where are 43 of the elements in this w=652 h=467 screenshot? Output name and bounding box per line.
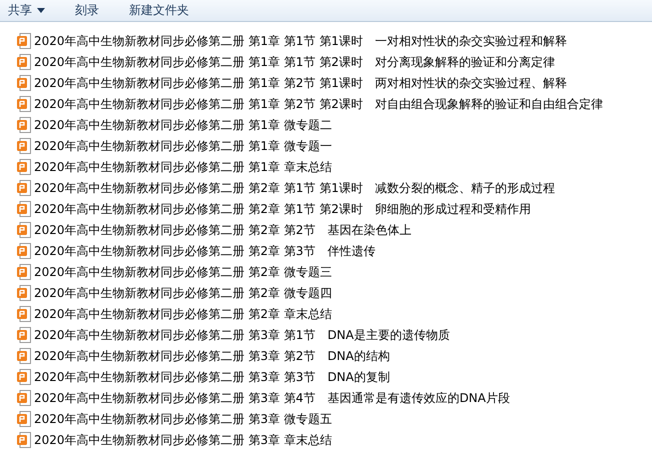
presentation-file-icon <box>17 74 31 90</box>
file-name[interactable]: 2020年高中生物新教材同步必修第二册 第2章 第1节 第1课时 减数分裂的概念、精子的形成过程 <box>34 180 555 196</box>
file-name[interactable]: 2020年高中生物新教材同步必修第二册 第3章 第4节 基因通常是有遗传效应的DNA片段 <box>34 390 510 406</box>
file-name[interactable]: 2020年高中生物新教材同步必修第二册 第3章 章末总结 <box>34 432 332 448</box>
presentation-file-icon <box>17 116 31 132</box>
file-name[interactable]: 2020年高中生物新教材同步必修第二册 第2章 第3节 伴性遗传 <box>34 242 376 258</box>
file-name[interactable]: 2020年高中生物新教材同步必修第二册 第3章 微专题五 <box>34 410 332 426</box>
presentation-file-icon <box>17 390 31 406</box>
presentation-file-icon <box>17 54 31 70</box>
presentation-file-icon <box>17 158 31 174</box>
file-name[interactable]: 2020年高中生物新教材同步必修第二册 第2章 章末总结 <box>34 306 332 322</box>
presentation-file-icon <box>17 410 31 426</box>
presentation-file-icon <box>17 264 31 280</box>
file-name[interactable]: 2020年高中生物新教材同步必修第二册 第1章 第2节 第1课时 两对相对性状的杂交实验过程、解释 <box>34 74 567 90</box>
share-menu-button[interactable]: 共享 <box>2 0 51 21</box>
presentation-file-icon <box>17 222 31 238</box>
presentation-file-icon <box>17 180 31 196</box>
presentation-file-icon <box>17 242 31 258</box>
file-name[interactable]: 2020年高中生物新教材同步必修第二册 第2章 微专题三 <box>34 264 332 280</box>
file-name[interactable]: 2020年高中生物新教材同步必修第二册 第3章 第3节 DNA的复制 <box>34 368 390 384</box>
file-name[interactable]: 2020年高中生物新教材同步必修第二册 第2章 微专题四 <box>34 284 332 300</box>
presentation-file-icon <box>17 326 31 342</box>
file-name[interactable]: 2020年高中生物新教材同步必修第二册 第1章 第2节 第2课时 对自由组合现象解释的验证和自由组合定律 <box>34 96 603 112</box>
presentation-file-icon <box>17 348 31 364</box>
file-name[interactable]: 2020年高中生物新教材同步必修第二册 第2章 第1节 第2课时 卵细胞的形成过程和受精作用 <box>34 200 531 216</box>
file-name[interactable]: 2020年高中生物新教材同步必修第二册 第1章 微专题一 <box>34 138 332 154</box>
file-name[interactable]: 2020年高中生物新教材同步必修第二册 第1章 微专题二 <box>34 116 332 132</box>
file-name[interactable]: 2020年高中生物新教材同步必修第二册 第1章 第1节 第1课时 一对相对性状的杂交实验过程和解释 <box>34 32 567 48</box>
presentation-file-icon <box>17 368 31 384</box>
presentation-file-icon <box>17 138 31 154</box>
toolbar-button[interactable]: 刻录 <box>69 0 105 21</box>
file-name[interactable]: 2020年高中生物新教材同步必修第二册 第1章 第1节 第2课时 对分离现象解释的验证和分离定律 <box>34 54 555 70</box>
file-name[interactable]: 2020年高中生物新教材同步必修第二册 第1章 章末总结 <box>34 158 332 174</box>
presentation-file-icon <box>17 306 31 322</box>
toolbar-button[interactable]: 新建文件夹 <box>123 0 195 21</box>
presentation-file-icon <box>17 432 31 448</box>
presentation-file-icon <box>17 32 31 48</box>
file-name[interactable]: 2020年高中生物新教材同步必修第二册 第3章 第2节 DNA的结构 <box>34 348 390 364</box>
presentation-file-icon <box>17 284 31 300</box>
presentation-file-icon <box>17 200 31 216</box>
file-name[interactable]: 2020年高中生物新教材同步必修第二册 第2章 第2节 基因在染色体上 <box>34 222 412 238</box>
file-name[interactable]: 2020年高中生物新教材同步必修第二册 第3章 第1节 DNA是主要的遗传物质 <box>34 326 450 342</box>
presentation-file-icon <box>17 96 31 112</box>
